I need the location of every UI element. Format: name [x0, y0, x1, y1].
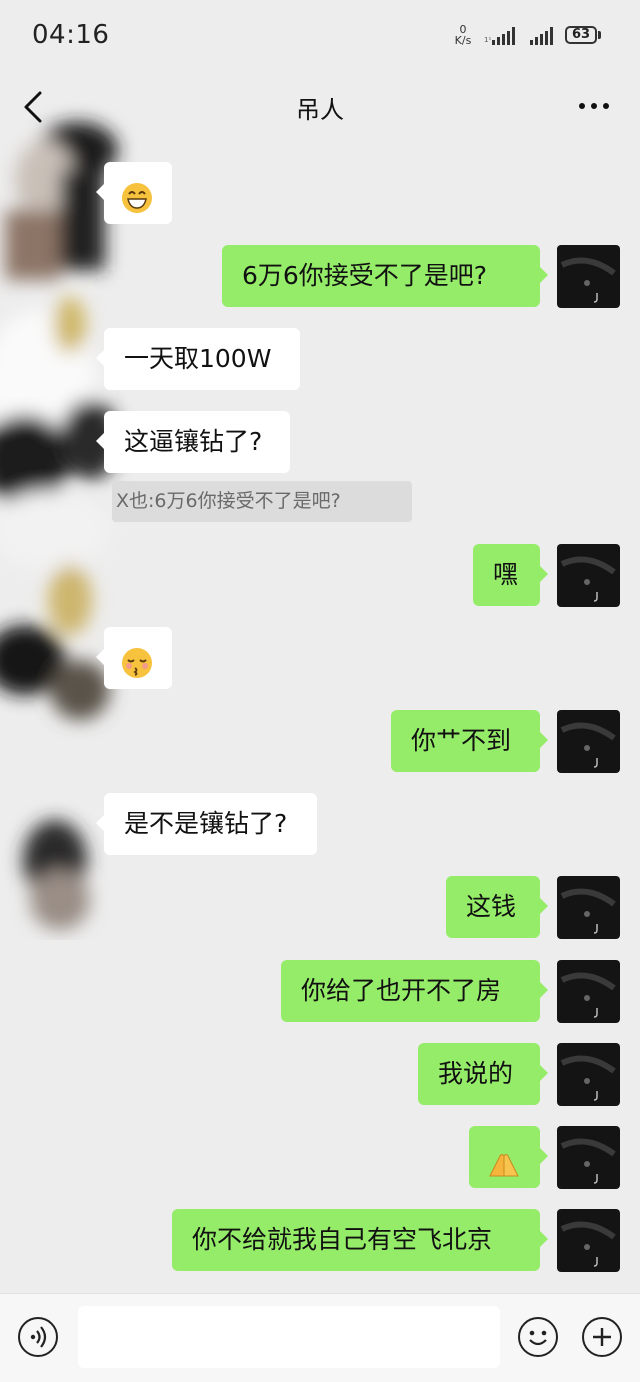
my-avatar[interactable] — [557, 710, 620, 773]
message-text: 一天取100W — [124, 344, 272, 373]
message-text: 这逼镶钻了? — [124, 427, 263, 456]
message-bubble-sent[interactable]: 你艹不到 — [391, 710, 548, 772]
message-bubble-received[interactable]: 😚 — [96, 627, 172, 689]
message-bubble-received[interactable]: 这逼镶钻了? — [96, 411, 290, 473]
battery-icon: 63 — [565, 26, 597, 44]
message-bubble-sent[interactable]: 嘿 — [473, 544, 548, 606]
my-avatar[interactable] — [557, 876, 620, 939]
status-time: 04:16 — [32, 20, 110, 50]
signal-icon — [492, 27, 515, 45]
message-text: 你不给就我自己有空飞北京 — [192, 1225, 493, 1254]
hd-icon: 1¹ — [484, 36, 492, 44]
message-bubble-sent[interactable]: 你不给就我自己有空飞北京 — [172, 1209, 548, 1271]
net-speed-unit: K/s — [454, 34, 472, 47]
message-bubble-received[interactable]: 是不是镶钻了? — [96, 793, 317, 855]
message-bubble-sent[interactable]: 6万6你接受不了是吧? — [222, 245, 548, 307]
quoted-message[interactable]: X也:6万6你接受不了是吧? — [112, 481, 412, 522]
message-bubble-received[interactable]: 😁 — [96, 162, 172, 224]
net-speed: 0 K/s — [452, 24, 474, 46]
message-bubble-sent[interactable]: 你给了也开不了房 — [281, 960, 548, 1022]
my-avatar[interactable] — [557, 1043, 620, 1106]
message-text: 是不是镶钻了? — [124, 809, 288, 838]
kissing-emoji-icon — [120, 641, 154, 678]
message-text: 6万6你接受不了是吧? — [242, 261, 488, 290]
my-avatar[interactable] — [557, 1126, 620, 1189]
message-bubble-sent[interactable]: 我说的 — [418, 1043, 548, 1105]
my-avatar[interactable] — [557, 245, 620, 308]
message-text: 你艹不到 — [411, 726, 512, 755]
message-bubble-sent[interactable]: 🙏 — [469, 1126, 548, 1188]
message-bubble-sent[interactable]: 这钱 — [446, 876, 548, 938]
grin-emoji-icon — [120, 176, 154, 213]
message-text: 嘿 — [493, 560, 519, 589]
voice-icon[interactable] — [18, 1317, 58, 1357]
message-text: 我说的 — [438, 1059, 514, 1088]
my-avatar[interactable] — [557, 1209, 620, 1272]
pray-hands-emoji-icon — [487, 1141, 521, 1177]
my-avatar[interactable] — [557, 960, 620, 1023]
battery-tip — [598, 31, 601, 39]
status-bar: 04:16 0 K/s 1¹ 63 — [0, 0, 640, 72]
more-dots-icon[interactable] — [572, 94, 616, 118]
message-text: 你给了也开不了房 — [301, 976, 502, 1005]
plus-icon[interactable] — [582, 1317, 622, 1357]
emoji-icon[interactable] — [518, 1317, 558, 1357]
signal-icon-2 — [530, 27, 553, 45]
chat-input-bar — [0, 1293, 640, 1382]
message-input[interactable] — [78, 1306, 500, 1368]
my-avatar[interactable] — [557, 544, 620, 607]
message-bubble-received[interactable]: 一天取100W — [96, 328, 300, 390]
message-text: 这钱 — [466, 892, 517, 921]
